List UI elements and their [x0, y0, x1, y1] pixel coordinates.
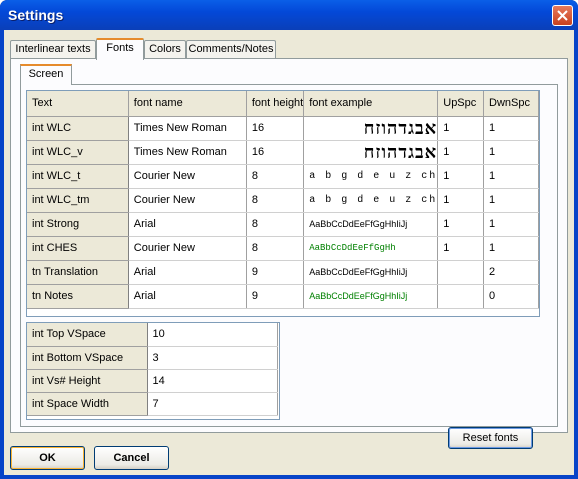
upspc-cell[interactable] [437, 260, 484, 285]
spacing-value-cell[interactable]: 10 [147, 323, 278, 347]
row-label: int Bottom VSpace [27, 346, 148, 370]
table-row[interactable]: int Vs# Height 14 [27, 369, 278, 393]
column-header-text[interactable]: Text [27, 91, 129, 117]
font-height-cell[interactable]: 16 [246, 140, 305, 165]
column-header-font-name[interactable]: font name [128, 91, 247, 117]
upspc-cell[interactable]: 1 [437, 212, 484, 237]
upspc-cell[interactable]: 1 [437, 164, 484, 189]
font-example-cell[interactable]: AaBbCcDdEeFfGgHhIiJj [303, 284, 439, 309]
settings-window: Settings Interlinear texts Fonts Colors … [0, 0, 578, 479]
table-row[interactable]: int CHES Courier New 8 AaBbCcDdEeFfGgHh … [27, 236, 539, 261]
tab-comments-notes[interactable]: Comments/Notes [186, 40, 276, 58]
font-height-cell[interactable]: 16 [246, 116, 305, 141]
row-label: tn Notes [27, 284, 129, 309]
table-row[interactable]: int Strong Arial 8 AaBbCcDdEeFfGgHhIiJj … [27, 212, 539, 237]
spacing-value-cell[interactable]: 14 [147, 369, 278, 393]
dwnspc-cell[interactable]: 1 [483, 116, 539, 141]
font-height-cell[interactable]: 8 [246, 236, 305, 261]
window-title: Settings [8, 7, 64, 23]
table-row[interactable]: int WLC_t Courier New 8 a b g d e u z ch… [27, 164, 539, 189]
close-button[interactable] [552, 5, 573, 26]
font-name-cell[interactable]: Arial [128, 260, 247, 285]
dialog-body: Interlinear texts Fonts Colors Comments/… [4, 30, 574, 475]
font-example-cell[interactable]: אבגדהוזח [303, 116, 439, 141]
dwnspc-cell[interactable]: 1 [483, 188, 539, 213]
table-row[interactable]: int Space Width 7 [27, 392, 278, 416]
dwnspc-cell[interactable]: 0 [483, 284, 539, 309]
row-label: int WLC_v [27, 140, 129, 165]
dwnspc-cell[interactable]: 1 [483, 164, 539, 189]
font-name-cell[interactable]: Courier New [128, 164, 247, 189]
font-height-cell[interactable]: 9 [246, 260, 305, 285]
table-row[interactable]: int Bottom VSpace 3 [27, 346, 278, 370]
font-height-cell[interactable]: 8 [246, 188, 305, 213]
table-row[interactable]: int Top VSpace 10 [27, 323, 278, 347]
spacing-value-cell[interactable]: 3 [147, 346, 278, 370]
font-example-cell[interactable]: AaBbCcDdEeFfGgHhIiJj [303, 212, 439, 237]
upspc-cell[interactable]: 1 [437, 188, 484, 213]
column-header-font-example[interactable]: font example [303, 91, 439, 117]
row-label: int Strong [27, 212, 129, 237]
table-row[interactable]: int WLC_tm Courier New 8 a b g d e u z c… [27, 188, 539, 213]
font-name-cell[interactable]: Times New Roman [128, 116, 247, 141]
fonts-tab-panel: Screen Text font name font height font e… [10, 58, 568, 449]
spacing-grid[interactable]: int Top VSpace 10 int Bottom VSpace 3 in… [26, 322, 280, 420]
reset-fonts-button[interactable]: Reset fonts [448, 427, 533, 449]
font-example-cell[interactable]: אבגדהוזח [303, 140, 439, 165]
upspc-cell[interactable]: 1 [437, 140, 484, 165]
tab-screen[interactable]: Screen [20, 64, 72, 85]
dwnspc-cell[interactable]: 1 [483, 236, 539, 261]
window-frame-right [574, 30, 578, 479]
table-row[interactable]: int WLC_v Times New Roman 16 אבגדהוזח 1 … [27, 140, 539, 165]
font-example-cell[interactable]: AaBbCcDdEeFfGgHh [303, 236, 439, 261]
window-frame-bottom [0, 475, 578, 479]
row-label: int WLC [27, 116, 129, 141]
font-height-cell[interactable]: 8 [246, 212, 305, 237]
font-name-cell[interactable]: Courier New [128, 188, 247, 213]
table-row[interactable]: tn Notes Arial 9 AaBbCcDdEeFfGgHhIiJj 0 [27, 284, 539, 309]
row-label: tn Translation [27, 260, 129, 285]
spacing-value-cell[interactable]: 7 [147, 392, 278, 416]
screen-panel: Text font name font height font example … [20, 84, 558, 427]
tab-interlinear-texts[interactable]: Interlinear texts [10, 40, 96, 58]
upspc-cell[interactable]: 1 [437, 116, 484, 141]
font-name-cell[interactable]: Arial [128, 284, 247, 309]
font-height-cell[interactable]: 8 [246, 164, 305, 189]
column-header-dwnspc[interactable]: DwnSpc [483, 91, 539, 117]
dwnspc-cell[interactable]: 1 [483, 212, 539, 237]
tab-colors[interactable]: Colors [144, 40, 186, 58]
column-header-upspc[interactable]: UpSpc [437, 91, 484, 117]
font-example-cell[interactable]: AaBbCcDdEeFfGgHhIiJj [303, 260, 439, 285]
font-name-cell[interactable]: Courier New [128, 236, 247, 261]
ok-button[interactable]: OK [10, 446, 85, 470]
dwnspc-cell[interactable]: 2 [483, 260, 539, 285]
font-example-cell[interactable]: a b g d e u z ch [303, 164, 439, 189]
font-name-cell[interactable]: Times New Roman [128, 140, 247, 165]
font-grid-header: Text font name font height font example … [27, 91, 539, 117]
dwnspc-cell[interactable]: 1 [483, 140, 539, 165]
font-example-cell[interactable]: a b g d e u z ch [303, 188, 439, 213]
table-row[interactable]: int WLC Times New Roman 16 אבגדהוזח 1 1 [27, 116, 539, 141]
tab-fonts[interactable]: Fonts [96, 38, 144, 60]
font-name-cell[interactable]: Arial [128, 212, 247, 237]
column-header-font-height[interactable]: font height [246, 91, 305, 117]
row-label: int Space Width [27, 392, 148, 416]
upspc-cell[interactable] [437, 284, 484, 309]
close-icon [557, 10, 568, 21]
row-label: int WLC_t [27, 164, 129, 189]
title-bar[interactable]: Settings [0, 0, 578, 30]
table-row[interactable]: tn Translation Arial 9 AaBbCcDdEeFfGgHhI… [27, 260, 539, 285]
row-label: int WLC_tm [27, 188, 129, 213]
cancel-button[interactable]: Cancel [94, 446, 169, 470]
row-label: int CHES [27, 236, 129, 261]
font-height-cell[interactable]: 9 [246, 284, 305, 309]
font-grid[interactable]: Text font name font height font example … [26, 90, 540, 317]
row-label: int Top VSpace [27, 323, 148, 347]
upspc-cell[interactable]: 1 [437, 236, 484, 261]
row-label: int Vs# Height [27, 369, 148, 393]
